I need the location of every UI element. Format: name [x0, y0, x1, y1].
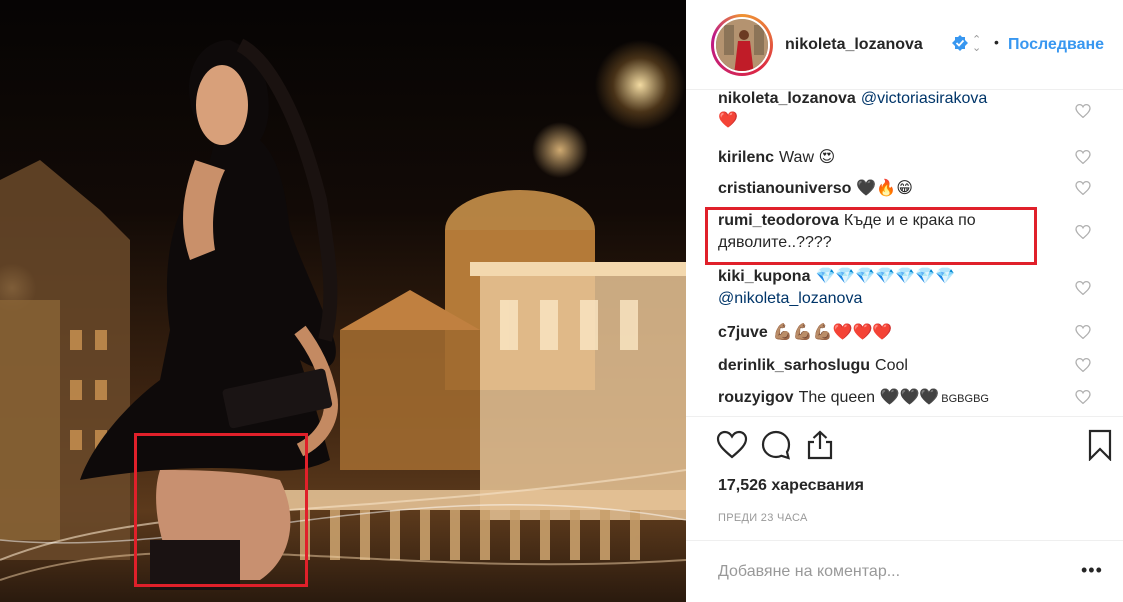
photo-highlight-box	[134, 433, 308, 587]
comment-like-heart-icon[interactable]	[1075, 104, 1091, 118]
comment-like-heart-icon[interactable]	[1075, 390, 1091, 404]
post-header: nikoleta_lozanova ⌃ ⌄ • Последване	[686, 0, 1123, 90]
heart-icon[interactable]	[716, 429, 748, 461]
comment-item: c7juve 💪🏽💪🏽💪🏽❤️❤️❤️	[718, 322, 1048, 344]
comment-username[interactable]: derinlik_sarhoslugu	[718, 357, 870, 374]
likes-count[interactable]: 17,526 харесвания	[718, 477, 864, 495]
comment-text: 💪🏽💪🏽💪🏽❤️❤️❤️	[772, 324, 893, 341]
comment-username[interactable]: kiki_kupona	[718, 268, 810, 285]
avatar-image	[714, 17, 770, 73]
comment-username[interactable]: nikoleta_lozanova	[718, 90, 856, 107]
post-username[interactable]: nikoleta_lozanova	[785, 36, 923, 54]
comment-text: 🖤🔥😁	[856, 180, 913, 197]
comment-item: cristianouniverso 🖤🔥😁	[718, 178, 1048, 200]
comment-item: derinlik_sarhoslugu Cool	[718, 355, 1048, 377]
comment-mention[interactable]: @nikoleta_lozanova	[718, 290, 862, 307]
chevron-updown-icon[interactable]: ⌃ ⌄	[972, 35, 981, 54]
add-comment-bar: •••	[686, 540, 1123, 602]
comment-like-heart-icon[interactable]	[1075, 181, 1091, 195]
post-photo[interactable]	[0, 0, 686, 602]
comments-list[interactable]: nikoleta_lozanova @victoriasirakova ❤️ ki…	[686, 90, 1123, 416]
comment-username[interactable]: c7juve	[718, 324, 768, 341]
verified-badge-icon	[952, 35, 968, 51]
comment-like-heart-icon[interactable]	[1075, 225, 1091, 239]
comment-text: Cool	[875, 357, 908, 374]
comment-like-heart-icon[interactable]	[1075, 358, 1091, 372]
comment-item: kiki_kupona 💎💎💎💎💎💎💎 @nikoleta_lozanova	[718, 266, 1048, 310]
comment-item: nikoleta_lozanova @victoriasirakova ❤️	[718, 90, 1048, 132]
comment-like-heart-icon[interactable]	[1075, 150, 1091, 164]
avatar[interactable]	[711, 14, 773, 76]
post-panel: nikoleta_lozanova ⌃ ⌄ • Последване nikole…	[686, 0, 1123, 602]
comment-mention[interactable]: @victoriasirakova	[861, 90, 988, 107]
comment-item: kirilenc Waw 😍	[718, 147, 1048, 169]
comment-text: The queen 🖤🖤🖤	[798, 389, 940, 406]
comment-username[interactable]: kirilenc	[718, 149, 774, 166]
comment-input[interactable]	[718, 557, 1058, 587]
comment-like-heart-icon[interactable]	[1075, 281, 1091, 295]
comment-like-heart-icon[interactable]	[1075, 325, 1091, 339]
post-photo-scene	[0, 38, 686, 590]
comment-text: ❤️	[718, 112, 738, 129]
bookmark-icon[interactable]	[1084, 429, 1116, 461]
more-options-icon[interactable]: •••	[1081, 561, 1103, 579]
share-icon[interactable]	[804, 429, 836, 461]
comment-username[interactable]: cristianouniverso	[718, 180, 851, 197]
comment-item: rouzyigov The queen 🖤🖤🖤 BGBGBG	[718, 387, 1048, 410]
comment-username[interactable]: rouzyigov	[718, 389, 794, 406]
separator-dot: •	[994, 34, 999, 50]
comment-highlight-box	[705, 207, 1037, 265]
comment-text: 💎💎💎💎💎💎💎	[815, 268, 955, 285]
post-timestamp[interactable]: ПРЕДИ 23 ЧАСА	[718, 512, 808, 524]
comment-text-suffix: BGBGBG	[941, 393, 989, 405]
comment-text: Waw 😍	[779, 149, 836, 166]
follow-button[interactable]: Последване	[1008, 36, 1104, 54]
comment-icon[interactable]	[760, 429, 792, 461]
